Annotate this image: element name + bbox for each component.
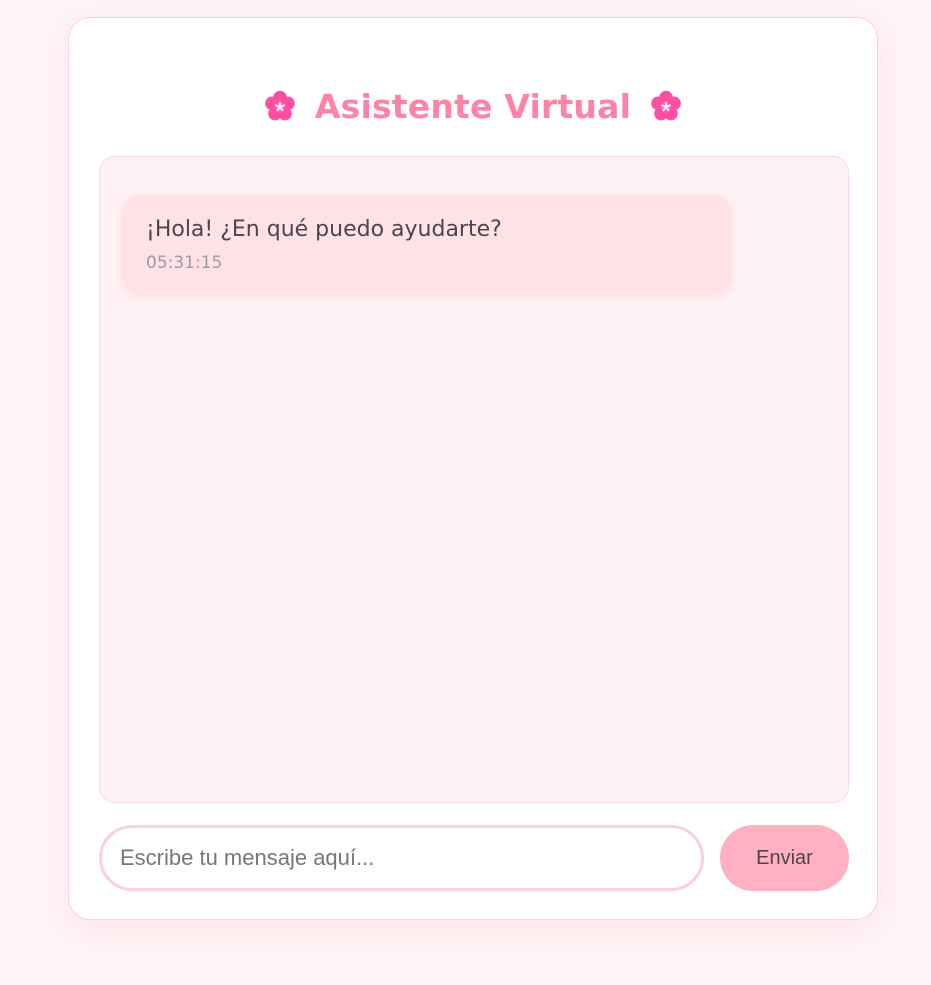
message-composer: Enviar bbox=[99, 825, 849, 891]
chat-header: Asistente Virtual bbox=[69, 84, 877, 128]
send-button[interactable]: Enviar bbox=[720, 825, 849, 891]
chat-card: Asistente Virtual ¡Hola! ¿En qué puedo a… bbox=[68, 17, 878, 920]
message-input[interactable] bbox=[99, 825, 704, 891]
page-title: Asistente Virtual bbox=[314, 86, 632, 126]
cherry-blossom-icon bbox=[651, 90, 681, 121]
assistant-message: ¡Hola! ¿En qué puedo ayudarte? 05:31:15 bbox=[122, 195, 732, 294]
message-text: ¡Hola! ¿En qué puedo ayudarte? bbox=[146, 217, 502, 242]
chat-window[interactable]: ¡Hola! ¿En qué puedo ayudarte? 05:31:15 bbox=[99, 156, 849, 803]
message-timestamp: 05:31:15 bbox=[146, 253, 223, 273]
cherry-blossom-icon bbox=[265, 90, 295, 121]
